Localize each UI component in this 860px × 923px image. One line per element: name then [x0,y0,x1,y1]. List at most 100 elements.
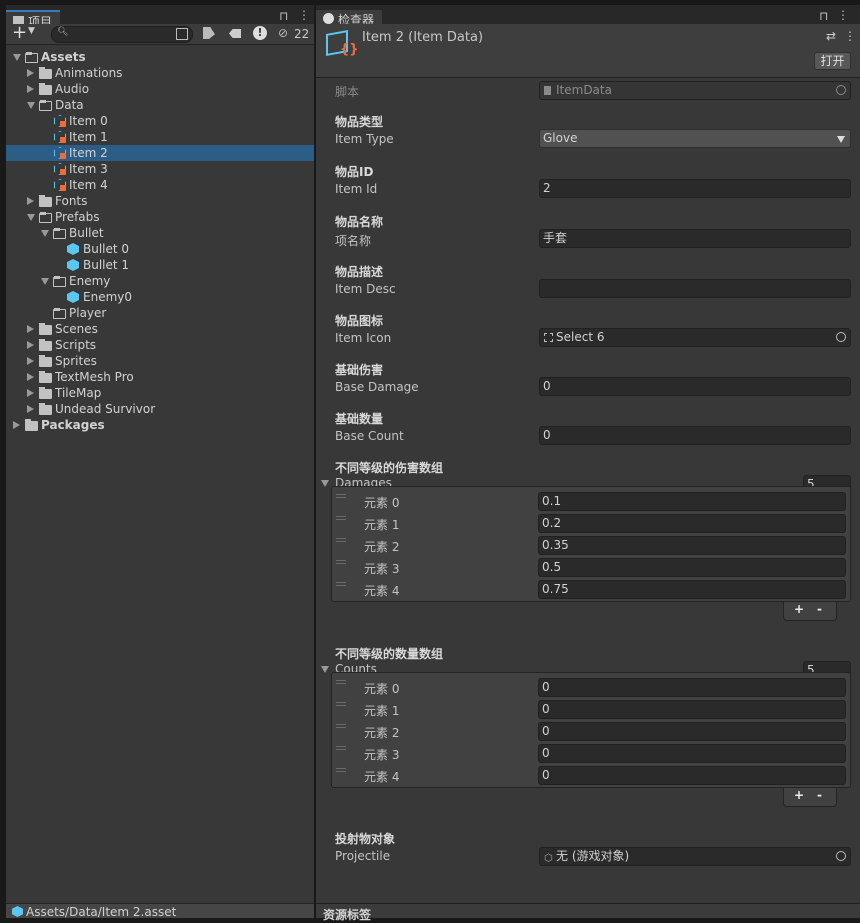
tree-item[interactable]: TextMesh Pro [6,369,314,385]
collapsed-arrow-icon[interactable] [13,421,20,429]
tree-item[interactable]: Scripts [6,337,314,353]
tree-item[interactable]: Bullet 1 [6,257,314,273]
drag-handle-icon[interactable] [336,516,346,520]
tree-item[interactable]: Item 0 [6,113,314,129]
tree-item[interactable]: Assets [6,49,314,65]
element-input[interactable]: 0.75 [538,580,846,599]
drag-handle-icon[interactable] [336,680,346,684]
filter-label-icon[interactable] [229,29,241,38]
tree-item[interactable]: Packages [6,417,314,433]
chevron-down-icon[interactable]: ▼ [28,26,35,36]
drag-handle-icon[interactable] [336,702,346,706]
tree-item[interactable]: Enemy [6,273,314,289]
add-element-button[interactable]: + [794,788,804,802]
field-input[interactable]: 0 [539,377,851,396]
lock-icon[interactable]: ⊓ [279,9,288,23]
add-element-button[interactable]: + [794,602,804,616]
tree-item[interactable]: Prefabs [6,209,314,225]
field-input[interactable] [539,279,851,298]
expanded-arrow-icon[interactable] [27,102,35,109]
remove-element-button[interactable]: - [817,788,822,802]
folder-icon [39,323,52,335]
item-type-dropdown[interactable]: Glove [539,129,851,148]
warning-icon[interactable]: ! [253,26,267,40]
presets-icon[interactable]: ⇄ [826,29,836,43]
collapsed-arrow-icon[interactable] [27,197,34,205]
foldout-arrow-icon[interactable] [321,666,329,673]
search-popout-icon[interactable] [176,28,188,40]
asset-icon [12,906,23,917]
lock-icon[interactable]: ⊓ [819,9,828,23]
element-input[interactable]: 0 [538,700,846,719]
tree-item[interactable]: Item 1 [6,129,314,145]
expanded-arrow-icon[interactable] [41,230,49,237]
tree-item-label: Item 1 [69,130,108,144]
collapsed-arrow-icon[interactable] [27,373,34,381]
collapsed-arrow-icon[interactable] [27,325,34,333]
collapsed-arrow-icon[interactable] [27,405,34,413]
tree-item-label: Enemy [69,274,111,288]
tree-item[interactable]: Sprites [6,353,314,369]
tree-item[interactable]: Animations [6,65,314,81]
tree-item[interactable]: Item 3 [6,161,314,177]
collapsed-arrow-icon[interactable] [27,85,34,93]
expanded-arrow-icon[interactable] [41,278,49,285]
tree-item[interactable]: Scenes [6,321,314,337]
drag-handle-icon[interactable] [336,560,346,564]
tree-item[interactable]: Data [6,97,314,113]
collapsed-arrow-icon[interactable] [27,389,34,397]
element-input[interactable]: 0.2 [538,514,846,533]
foldout-arrow-icon[interactable] [321,480,329,487]
projectile-field[interactable]: ⬡ 无 (游戏对象) [539,847,851,866]
field-input[interactable]: 0 [539,426,851,445]
tree-item[interactable]: TileMap [6,385,314,401]
element-input[interactable]: 0 [538,722,846,741]
tree-item[interactable]: Player [6,305,314,321]
collapsed-arrow-icon[interactable] [27,69,34,77]
object-picker-icon[interactable] [836,85,846,95]
open-button[interactable]: 打开 [814,52,851,70]
drag-handle-icon[interactable] [336,582,346,586]
expanded-arrow-icon[interactable] [27,214,35,221]
asset-labels-bar: 资源标签 [316,903,860,922]
hidden-eye-icon[interactable]: ⊘ [278,26,288,40]
tree-item[interactable]: Fonts [6,193,314,209]
more-menu-icon[interactable]: ⋮ [837,8,849,22]
tree-item[interactable]: Bullet 0 [6,241,314,257]
script-field[interactable]: ItemData [539,81,851,100]
collapsed-arrow-icon[interactable] [27,341,34,349]
drag-handle-icon[interactable] [336,538,346,542]
tree-item[interactable]: Bullet [6,225,314,241]
more-menu-icon[interactable]: ⋮ [298,8,310,22]
tree-item[interactable]: Audio [6,81,314,97]
filter-type-icon[interactable] [203,27,215,39]
counts-add-remove: + - [783,788,837,807]
field-input[interactable]: 手套 [539,229,851,248]
search-input[interactable]: 🔍︎ [51,26,193,43]
field-input[interactable]: 2 [539,179,851,198]
element-input[interactable]: 0 [538,678,846,697]
element-input[interactable]: 0.5 [538,558,846,577]
object-picker-icon[interactable] [836,851,846,861]
project-toolbar: + ▼ 🔍︎ ! ⊘ 22 [6,22,314,45]
element-input[interactable]: 0.1 [538,492,846,511]
element-input[interactable]: 0.35 [538,536,846,555]
field-input[interactable]: Select 6 [539,328,851,347]
remove-element-button[interactable]: - [817,602,822,616]
tree-item[interactable]: Item 4 [6,177,314,193]
tree-item[interactable]: Undead Survivor [6,401,314,417]
element-input[interactable]: 0 [538,744,846,763]
gameobject-icon: ⬡ [544,853,553,864]
tree-item[interactable]: Item 2 [6,145,314,161]
drag-handle-icon[interactable] [336,724,346,728]
drag-handle-icon[interactable] [336,494,346,498]
object-picker-icon[interactable] [836,332,846,342]
expanded-arrow-icon[interactable] [13,54,21,61]
drag-handle-icon[interactable] [336,746,346,750]
more-menu-icon[interactable]: ⋮ [844,29,856,43]
create-plus-icon[interactable]: + [12,22,27,43]
element-input[interactable]: 0 [538,766,846,785]
tree-item[interactable]: Enemy0 [6,289,314,305]
collapsed-arrow-icon[interactable] [27,357,34,365]
drag-handle-icon[interactable] [336,768,346,772]
